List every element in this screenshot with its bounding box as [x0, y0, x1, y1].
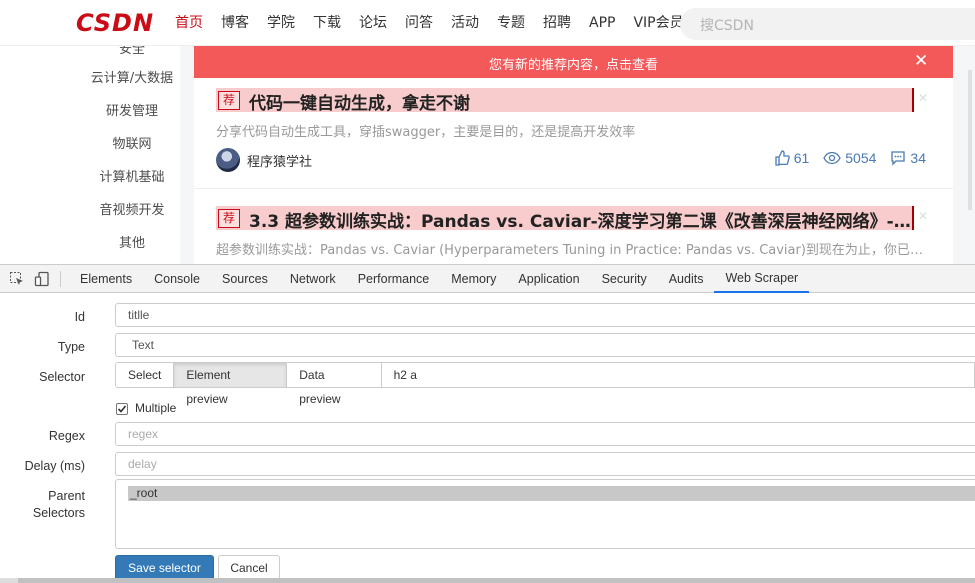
- tab-memory[interactable]: Memory: [440, 265, 507, 293]
- type-label: Type: [57, 340, 85, 354]
- like-count: 61: [793, 150, 810, 166]
- search-input[interactable]: 搜CSDN: [680, 8, 975, 40]
- nav-item-jobs[interactable]: 招聘: [543, 13, 571, 33]
- checkmark-icon: [117, 405, 127, 413]
- tab-network[interactable]: Network: [279, 265, 347, 293]
- sidebar-item-security[interactable]: 安全: [84, 46, 180, 57]
- nav-item-home[interactable]: 首页: [175, 13, 203, 33]
- like-stat[interactable]: 61: [774, 150, 810, 166]
- devtools-tabs: Elements Console Sources Network Perform…: [69, 265, 810, 293]
- comment-stat[interactable]: 34: [890, 150, 926, 166]
- nav-item-topics[interactable]: 专题: [497, 13, 525, 33]
- author-row: 程序猿学社 61 5054 34: [216, 148, 926, 174]
- dismiss-icon[interactable]: ✕: [918, 209, 928, 223]
- devtools-tabbar: Elements Console Sources Network Perform…: [0, 265, 975, 293]
- id-label: Id: [74, 310, 85, 324]
- view-count: 5054: [845, 150, 877, 166]
- close-icon[interactable]: ✕: [914, 51, 928, 71]
- sidebar-item-av[interactable]: 音视频开发: [84, 199, 180, 218]
- type-select[interactable]: Text: [115, 333, 975, 357]
- nav-item-academy[interactable]: 学院: [267, 13, 295, 33]
- selector-group: Select Element preview Data preview h2 a: [115, 362, 975, 406]
- data-preview-button[interactable]: Data preview: [286, 362, 382, 406]
- tab-sources[interactable]: Sources: [211, 265, 279, 293]
- view-stat: 5054: [823, 150, 876, 166]
- article-feed: 您有新的推荐内容，点击查看 ✕ 荐 代码一键自动生成，拿走不谢 ✕ 分享代码自动…: [194, 46, 953, 264]
- regex-placeholder: regex: [128, 427, 159, 441]
- regex-label: Regex: [48, 429, 85, 443]
- selector-input[interactable]: h2 a: [380, 362, 975, 388]
- tab-security[interactable]: Security: [591, 265, 658, 293]
- gutter: [180, 46, 194, 264]
- article-card: 荐 3.3 超参数训练实战：Pandas vs. Caviar-深度学习第二课《…: [216, 206, 928, 264]
- sidebar-item-devmgmt[interactable]: 研发管理: [84, 100, 180, 119]
- multiple-checkbox[interactable]: [116, 403, 128, 415]
- multiple-label: Multiple: [135, 401, 177, 415]
- parent-selectors-label-line2: Selectors: [32, 506, 85, 520]
- article-title[interactable]: 代码一键自动生成，拿走不谢: [249, 89, 911, 114]
- parent-selectors-label: Parent: [48, 489, 85, 503]
- nav-item-events[interactable]: 活动: [451, 13, 479, 33]
- tab-application[interactable]: Application: [507, 265, 590, 293]
- sidebar-item-cs-basics[interactable]: 计算机基础: [84, 166, 180, 185]
- author-name[interactable]: 程序猿学社: [247, 151, 312, 170]
- nav-item-forum[interactable]: 论坛: [359, 13, 387, 33]
- nav-item-download[interactable]: 下载: [313, 13, 341, 33]
- tab-elements[interactable]: Elements: [69, 265, 143, 293]
- horizontal-scrollbar[interactable]: [18, 578, 975, 583]
- element-preview-button[interactable]: Element preview: [173, 362, 288, 406]
- sidebar-item-iot[interactable]: 物联网: [84, 133, 180, 152]
- search-placeholder: 搜CSDN: [700, 18, 754, 34]
- site-header: CSDN 首页 博客 学院 下载 论坛 问答 活动 专题 招聘 APP VIP会…: [0, 0, 975, 46]
- id-field[interactable]: titlle: [115, 303, 975, 327]
- main-nav: 首页 博客 学院 下载 论坛 问答 活动 专题 招聘 APP VIP会员: [175, 13, 702, 33]
- article-desc[interactable]: 超参数训练实战：Pandas vs. Caviar (Hyperparamete…: [216, 239, 926, 258]
- delay-input[interactable]: delay: [115, 452, 975, 476]
- device-toggle-icon[interactable]: [34, 271, 50, 287]
- parent-selectors-list[interactable]: _root: [115, 479, 975, 549]
- devtools-panel: Elements Console Sources Network Perform…: [0, 264, 975, 583]
- csdn-logo[interactable]: CSDN: [76, 9, 154, 37]
- article-title[interactable]: 3.3 超参数训练实战：Pandas vs. Caviar-深度学习第二课《改善…: [249, 207, 911, 232]
- delay-placeholder: delay: [128, 457, 157, 471]
- nav-item-vip[interactable]: VIP会员: [633, 13, 683, 33]
- tab-performance[interactable]: Performance: [347, 265, 441, 293]
- eye-icon: [823, 151, 841, 165]
- nav-item-blog[interactable]: 博客: [221, 13, 249, 33]
- nav-item-app[interactable]: APP: [589, 13, 615, 33]
- dismiss-icon[interactable]: ✕: [918, 91, 928, 105]
- comment-count: 34: [910, 150, 926, 166]
- regex-input[interactable]: regex: [115, 422, 975, 446]
- type-value: Text: [132, 338, 155, 352]
- thumbs-up-icon: [775, 150, 790, 166]
- article-divider: [194, 188, 953, 189]
- select-button[interactable]: Select: [115, 362, 175, 388]
- sidebar-item-other[interactable]: 其他: [84, 232, 180, 251]
- avatar[interactable]: [216, 148, 240, 172]
- banner-text: 您有新的推荐内容，点击查看: [488, 58, 658, 73]
- comment-icon: [891, 151, 906, 166]
- sidebar-item-cloud[interactable]: 云计算/大数据: [84, 67, 180, 86]
- id-value: titlle: [128, 308, 150, 322]
- page-scrollbar[interactable]: [968, 70, 972, 210]
- tab-audits[interactable]: Audits: [658, 265, 715, 293]
- nav-item-qa[interactable]: 问答: [405, 13, 433, 33]
- inspect-element-icon[interactable]: [9, 271, 25, 287]
- selector-label: Selector: [39, 370, 85, 384]
- parent-option-root[interactable]: _root: [128, 486, 975, 501]
- title-highlight: 荐 代码一键自动生成，拿走不谢: [216, 88, 914, 114]
- recommend-tag: 荐: [218, 209, 240, 228]
- delay-label: Delay (ms): [24, 459, 85, 473]
- tab-console[interactable]: Console: [143, 265, 211, 293]
- article-stats: 61 5054 34: [760, 150, 926, 166]
- article-desc[interactable]: 分享代码自动生成工具，穿插swagger，主要是目的，还是提高开发效率: [216, 121, 926, 140]
- title-highlight: 荐 3.3 超参数训练实战：Pandas vs. Caviar-深度学习第二课《…: [216, 206, 914, 232]
- tab-web-scraper[interactable]: Web Scraper: [714, 265, 810, 293]
- recommend-banner[interactable]: 您有新的推荐内容，点击查看 ✕: [194, 46, 953, 78]
- category-sidebar: 安全 云计算/大数据 研发管理 物联网 计算机基础 音视频开发 其他: [84, 46, 180, 264]
- recommend-tag: 荐: [218, 91, 240, 110]
- tabbar-separator: [60, 271, 61, 287]
- article-card: 荐 代码一键自动生成，拿走不谢 ✕ 分享代码自动生成工具，穿插swagger，主…: [216, 88, 928, 178]
